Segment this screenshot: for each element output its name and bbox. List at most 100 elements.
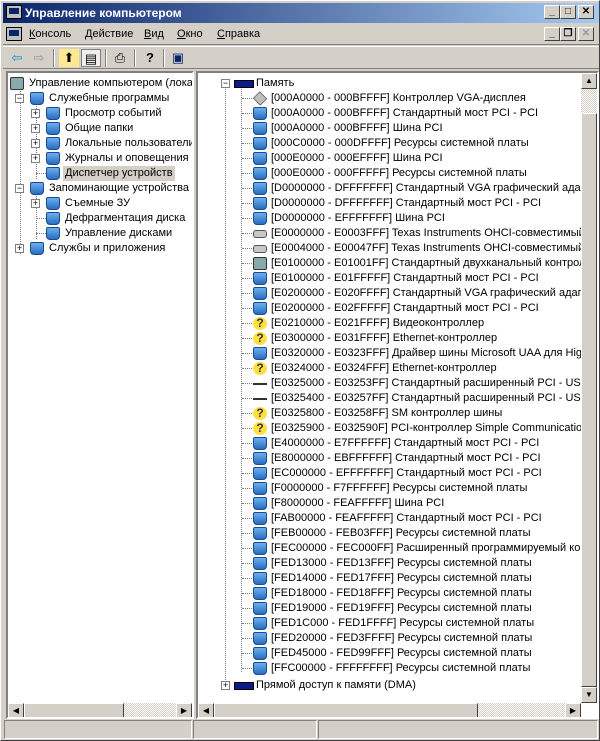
memory-resource-row[interactable]: [E0100000 - E01FFFFF] Стандартный мост P… — [198, 271, 581, 286]
memory-resource-row[interactable]: [000A0000 - 000BFFFF] Стандартный мост P… — [198, 106, 581, 121]
scroll-left-button[interactable]: ◀ — [198, 703, 214, 717]
device-icon — [253, 527, 267, 540]
memory-resource-row[interactable]: [D0000000 - DFFFFFFF] Стандартный мост P… — [198, 196, 581, 211]
print-button[interactable]: ⎙ — [110, 49, 130, 67]
memory-resource-row[interactable]: [000C0000 - 000DFFFF] Ресурсы системной … — [198, 136, 581, 151]
menu-help[interactable]: Справка — [217, 28, 260, 40]
tree-item[interactable]: + Службы и приложения — [8, 241, 192, 256]
maximize-button[interactable]: □ — [560, 5, 576, 19]
tree-item[interactable]: Управление дисками — [8, 226, 192, 241]
title-bar[interactable]: Управление компьютером _ □ ✕ — [3, 3, 599, 23]
memory-resource-row[interactable]: [E0200000 - E020FFFF] Стандартный VGA гр… — [198, 286, 581, 301]
memory-resource-row[interactable]: [E0200000 - E02FFFFF] Стандартный мост P… — [198, 301, 581, 316]
memory-resource-row[interactable]: [FED20000 - FED3FFFF] Ресурсы системной … — [198, 631, 581, 646]
tree-item[interactable]: + Общие папки — [8, 121, 192, 136]
device-name: Ресурсы системной платы — [395, 527, 531, 539]
tree-item-label: Общие папки — [65, 122, 134, 134]
device-icon — [253, 557, 267, 570]
memory-resource-row[interactable]: [E0100000 - E01001FF] Стандартный двухка… — [198, 256, 581, 271]
scroll-thumb[interactable] — [24, 703, 124, 717]
expander-minus-icon[interactable]: − — [15, 94, 24, 103]
scroll-thumb[interactable] — [581, 113, 597, 687]
memory-resource-row[interactable]: [FED1C000 - FED1FFFF] Ресурсы системной … — [198, 616, 581, 631]
memory-resource-row[interactable]: ? [E0300000 - E031FFFF] Ethernet-контролл… — [198, 331, 581, 346]
expander-plus-icon[interactable]: + — [31, 199, 40, 208]
expander-plus-icon[interactable]: + — [31, 124, 40, 133]
memory-resource-row[interactable]: [000A0000 - 000BFFFF] Шина PCI — [198, 121, 581, 136]
memory-resource-row[interactable]: [E0325400 - E03257FF] Стандартный расшир… — [198, 391, 581, 406]
memory-resource-row[interactable]: [E0320000 - E0323FFF] Драйвер шины Micro… — [198, 346, 581, 361]
memory-resource-row[interactable]: [000A0000 - 000BFFFF] Контроллер VGA-дис… — [198, 91, 581, 106]
tree-item[interactable]: + Просмотр событий — [8, 106, 192, 121]
address-range: [000E0000 - 000FFFFF] — [271, 167, 389, 179]
menu-view[interactable]: Вид — [144, 28, 164, 40]
properties-button[interactable]: ▣ — [168, 49, 188, 67]
tree-line — [242, 368, 252, 369]
memory-resource-row[interactable]: [E0325000 - E03253FF] Стандартный расшир… — [198, 376, 581, 391]
show-hide-tree-button[interactable]: ▤ — [81, 49, 101, 67]
memory-resource-row[interactable]: [000E0000 - 000EFFFF] Шина PCI — [198, 151, 581, 166]
back-button[interactable]: ⇦ — [7, 49, 27, 67]
memory-resource-row[interactable]: [FAB00000 - FEAFFFFF] Стандартный мост P… — [198, 511, 581, 526]
tree-item[interactable]: + Локальные пользователи — [8, 136, 192, 151]
expander-plus-icon[interactable]: + — [31, 154, 40, 163]
memory-resource-row[interactable]: [FFC00000 - FFFFFFFF] Ресурсы системной … — [198, 661, 581, 676]
memory-resource-row[interactable]: [FEB00000 - FEB03FFF] Ресурсы системной … — [198, 526, 581, 541]
vertical-scrollbar[interactable]: ▲ ▼ — [581, 73, 597, 703]
minimize-button[interactable]: _ — [544, 5, 560, 19]
child-minimize-button[interactable]: _ — [544, 27, 560, 41]
tree-item[interactable]: Дефрагментация диска — [8, 211, 192, 226]
expander-minus-icon[interactable]: − — [15, 184, 24, 193]
memory-resource-row[interactable]: [FEC00000 - FEC000FF] Расширенный програ… — [198, 541, 581, 556]
menu-action[interactable]: Действие — [85, 28, 133, 40]
memory-resource-row[interactable]: [FED18000 - FED18FFF] Ресурсы системной … — [198, 586, 581, 601]
memory-resource-row[interactable]: [E0000000 - E0003FFF] Texas Instruments … — [198, 226, 581, 241]
memory-resource-row[interactable]: ? [E0210000 - E021FFFF] Видеоконтроллер — [198, 316, 581, 331]
memory-resource-row[interactable]: ? [E0325900 - E032590F] PCI-контроллер Si… — [198, 421, 581, 436]
scroll-thumb[interactable] — [214, 703, 478, 717]
tree-item[interactable]: + Журналы и оповещения производительности — [8, 151, 192, 166]
expander-plus-icon[interactable]: + — [31, 139, 40, 148]
right-horizontal-scrollbar[interactable]: ◀ ▶ — [198, 703, 581, 717]
memory-resource-row[interactable]: [F0000000 - F7FFFFFF] Ресурсы системной … — [198, 481, 581, 496]
memory-resource-row[interactable]: [000E0000 - 000FFFFF] Ресурсы системной … — [198, 166, 581, 181]
memory-resource-row[interactable]: [FED13000 - FED13FFF] Ресурсы системной … — [198, 556, 581, 571]
menu-console[interactable]: Консоль — [29, 28, 71, 40]
memory-resource-row[interactable]: ? [E0324000 - E0324FFF] Ethernet-контролл… — [198, 361, 581, 376]
tree-item[interactable]: Управление компьютером (локальным) — [8, 76, 192, 91]
scroll-right-button[interactable]: ▶ — [176, 703, 192, 717]
child-restore-button[interactable]: ❐ — [560, 27, 576, 41]
forward-button[interactable]: ⇨ — [29, 49, 49, 67]
tree-item[interactable]: − Служебные программы — [8, 91, 192, 106]
left-horizontal-scrollbar[interactable]: ◀ ▶ — [8, 703, 192, 717]
memory-resource-row[interactable]: [E8000000 - EBFFFFFF] Стандартный мост P… — [198, 451, 581, 466]
memory-resource-row[interactable]: [D0000000 - EFFFFFFF] Шина PCI — [198, 211, 581, 226]
memory-resource-row[interactable]: [D0000000 - DFFFFFFF] Стандартный VGA гр… — [198, 181, 581, 196]
memory-resource-row[interactable]: [FED19000 - FED19FFF] Ресурсы системной … — [198, 601, 581, 616]
scroll-up-button[interactable]: ▲ — [581, 73, 597, 89]
menu-window[interactable]: Окно — [177, 28, 203, 40]
memory-resource-row[interactable]: [EC000000 - EFFFFFFF] Стандартный мост P… — [198, 466, 581, 481]
scroll-down-button[interactable]: ▼ — [581, 687, 597, 703]
tree-item-memory[interactable]: − Память — [198, 76, 578, 91]
expander-plus-icon[interactable]: + — [15, 244, 24, 253]
memory-resource-row[interactable]: [FED45000 - FED99FFF] Ресурсы системной … — [198, 646, 581, 661]
close-button[interactable]: ✕ — [578, 5, 594, 19]
tree-item-dma[interactable]: + Прямой доступ к памяти (DMA) — [198, 678, 578, 693]
scroll-right-button[interactable]: ▶ — [565, 703, 581, 717]
expander-plus-icon[interactable]: + — [221, 681, 230, 690]
tree-item[interactable]: Диспетчер устройств — [8, 166, 192, 181]
memory-resource-row[interactable]: [E4000000 - E7FFFFFF] Стандартный мост P… — [198, 436, 581, 451]
scroll-left-button[interactable]: ◀ — [8, 703, 24, 717]
memory-resource-row[interactable]: [E0004000 - E00047FF] Texas Instruments … — [198, 241, 581, 256]
memory-resource-row[interactable]: ? [E0325800 - E03258FF] SM контроллер шин… — [198, 406, 581, 421]
help-button[interactable]: ? — [140, 49, 160, 67]
memory-resource-row[interactable]: [FED14000 - FED17FFF] Ресурсы системной … — [198, 571, 581, 586]
tree-item[interactable]: − Запоминающие устройства — [8, 181, 192, 196]
expander-plus-icon[interactable]: + — [31, 109, 40, 118]
up-level-button[interactable]: ⬆ — [59, 49, 79, 67]
expander-minus-icon[interactable]: − — [221, 79, 230, 88]
child-close-button[interactable]: ✕ — [578, 27, 594, 41]
memory-resource-row[interactable]: [F8000000 - FEAFFFFF] Шина PCI — [198, 496, 581, 511]
tree-item[interactable]: + Съемные ЗУ — [8, 196, 192, 211]
